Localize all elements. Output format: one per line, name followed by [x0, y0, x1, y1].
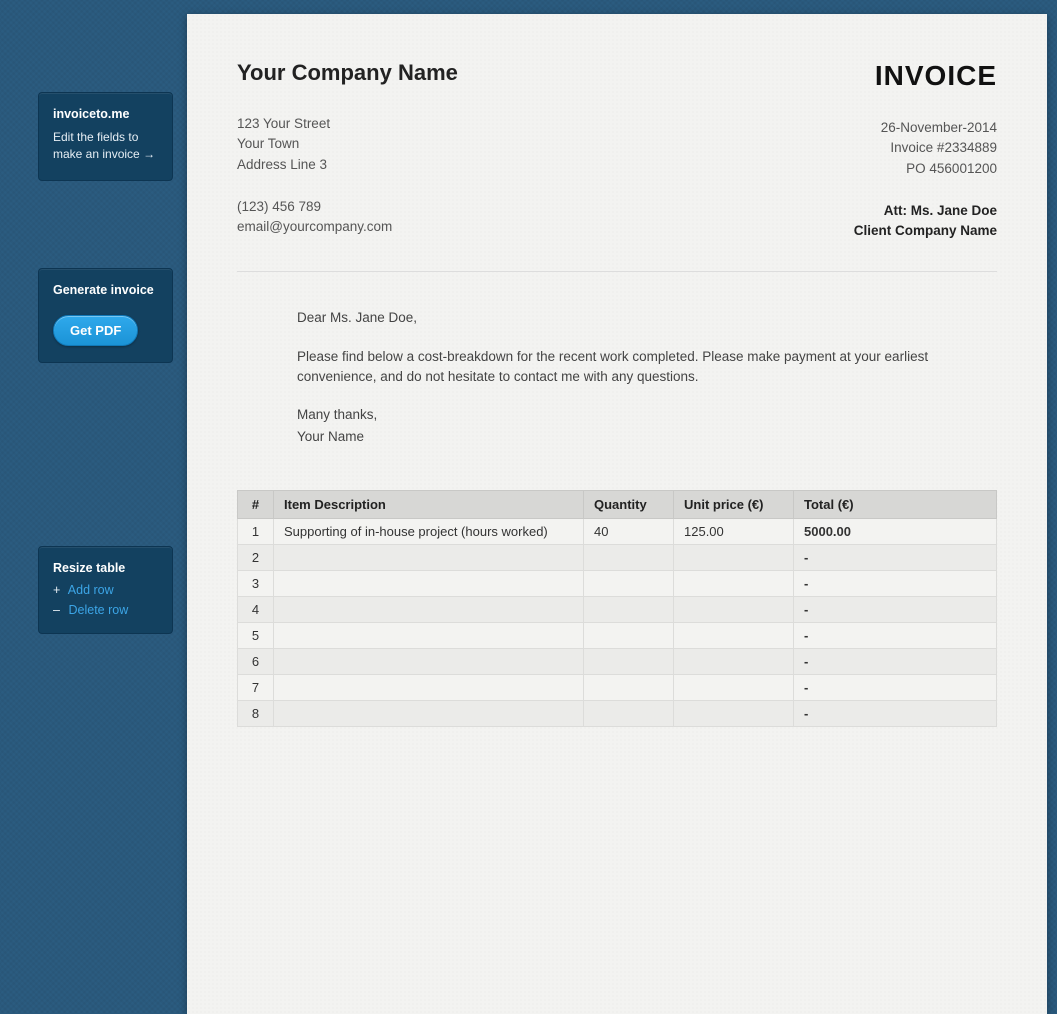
cell-total: -	[794, 570, 997, 596]
table-row: 1Supporting of in-house project (hours w…	[238, 518, 997, 544]
cell-qty[interactable]	[584, 622, 674, 648]
cell-desc[interactable]	[274, 570, 584, 596]
col-qty: Quantity	[584, 490, 674, 518]
invoice-date[interactable]: 26-November-2014	[854, 118, 997, 138]
company-email[interactable]: email@yourcompany.com	[237, 217, 458, 237]
invoice-number[interactable]: Invoice #2334889	[854, 138, 997, 158]
cell-qty[interactable]	[584, 544, 674, 570]
cell-total: -	[794, 622, 997, 648]
invoice-paper: Your Company Name 123 Your Street Your T…	[187, 14, 1047, 1014]
cell-desc[interactable]	[274, 622, 584, 648]
letter-block: Dear Ms. Jane Doe, Please find below a c…	[237, 308, 997, 447]
cell-desc[interactable]	[274, 674, 584, 700]
cell-desc[interactable]	[274, 544, 584, 570]
company-block: Your Company Name 123 Your Street Your T…	[237, 60, 458, 237]
letter-name[interactable]: Your Name	[297, 427, 937, 447]
intro-title: invoiceto.me	[53, 107, 158, 121]
intro-panel: invoiceto.me Edit the fields to make an …	[38, 92, 173, 181]
company-addr2[interactable]: Your Town	[237, 134, 458, 154]
cell-num: 3	[238, 570, 274, 596]
col-unit: Unit price (€)	[674, 490, 794, 518]
resize-title: Resize table	[53, 561, 158, 575]
company-phone[interactable]: (123) 456 789	[237, 197, 458, 217]
get-pdf-button[interactable]: Get PDF	[53, 315, 138, 346]
table-row: 7-	[238, 674, 997, 700]
cell-total: -	[794, 700, 997, 726]
cell-desc[interactable]	[274, 648, 584, 674]
cell-num: 8	[238, 700, 274, 726]
cell-qty[interactable]	[584, 700, 674, 726]
cell-num: 2	[238, 544, 274, 570]
cell-num: 7	[238, 674, 274, 700]
intro-body: Edit the fields to make an invoice →	[53, 129, 158, 164]
delete-row-button[interactable]: – Delete row	[53, 603, 158, 617]
table-row: 6-	[238, 648, 997, 674]
invoice-title: INVOICE	[854, 60, 997, 92]
cell-total: -	[794, 544, 997, 570]
plus-icon: +	[53, 583, 65, 597]
generate-panel: Generate invoice Get PDF	[38, 268, 173, 363]
table-row: 2-	[238, 544, 997, 570]
cell-num: 6	[238, 648, 274, 674]
client-company[interactable]: Client Company Name	[854, 221, 997, 241]
company-name[interactable]: Your Company Name	[237, 60, 458, 86]
add-row-button[interactable]: + Add row	[53, 583, 158, 597]
cell-desc[interactable]: Supporting of in-house project (hours wo…	[274, 518, 584, 544]
cell-unit[interactable]	[674, 570, 794, 596]
cell-total: -	[794, 648, 997, 674]
items-table: # Item Description Quantity Unit price (…	[237, 490, 997, 727]
cell-unit[interactable]	[674, 622, 794, 648]
cell-qty[interactable]	[584, 648, 674, 674]
cell-num: 1	[238, 518, 274, 544]
resize-panel: Resize table + Add row – Delete row	[38, 546, 173, 634]
letter-signoff[interactable]: Many thanks,	[297, 405, 937, 425]
letter-greeting[interactable]: Dear Ms. Jane Doe,	[297, 308, 937, 328]
attention-line[interactable]: Att: Ms. Jane Doe	[854, 201, 997, 221]
po-number[interactable]: PO 456001200	[854, 159, 997, 179]
table-row: 8-	[238, 700, 997, 726]
invoice-header-block: INVOICE 26-November-2014 Invoice #233488…	[854, 60, 997, 241]
minus-icon: –	[53, 603, 65, 617]
cell-unit[interactable]	[674, 544, 794, 570]
cell-unit[interactable]	[674, 648, 794, 674]
table-row: 3-	[238, 570, 997, 596]
col-total: Total (€)	[794, 490, 997, 518]
table-row: 5-	[238, 622, 997, 648]
cell-unit[interactable]	[674, 596, 794, 622]
cell-num: 5	[238, 622, 274, 648]
cell-qty[interactable]	[584, 570, 674, 596]
cell-qty[interactable]	[584, 674, 674, 700]
col-num: #	[238, 490, 274, 518]
company-addr3[interactable]: Address Line 3	[237, 155, 458, 175]
cell-qty[interactable]	[584, 596, 674, 622]
cell-desc[interactable]	[274, 700, 584, 726]
cell-total: -	[794, 596, 997, 622]
table-header-row: # Item Description Quantity Unit price (…	[238, 490, 997, 518]
col-desc: Item Description	[274, 490, 584, 518]
letter-body[interactable]: Please find below a cost-breakdown for t…	[297, 347, 937, 388]
cell-qty[interactable]: 40	[584, 518, 674, 544]
generate-title: Generate invoice	[53, 283, 158, 297]
divider	[237, 271, 997, 272]
cell-total: 5000.00	[794, 518, 997, 544]
arrow-icon: →	[143, 147, 154, 161]
cell-desc[interactable]	[274, 596, 584, 622]
cell-unit[interactable]	[674, 700, 794, 726]
cell-unit[interactable]: 125.00	[674, 518, 794, 544]
company-addr1[interactable]: 123 Your Street	[237, 114, 458, 134]
cell-unit[interactable]	[674, 674, 794, 700]
cell-total: -	[794, 674, 997, 700]
table-row: 4-	[238, 596, 997, 622]
cell-num: 4	[238, 596, 274, 622]
